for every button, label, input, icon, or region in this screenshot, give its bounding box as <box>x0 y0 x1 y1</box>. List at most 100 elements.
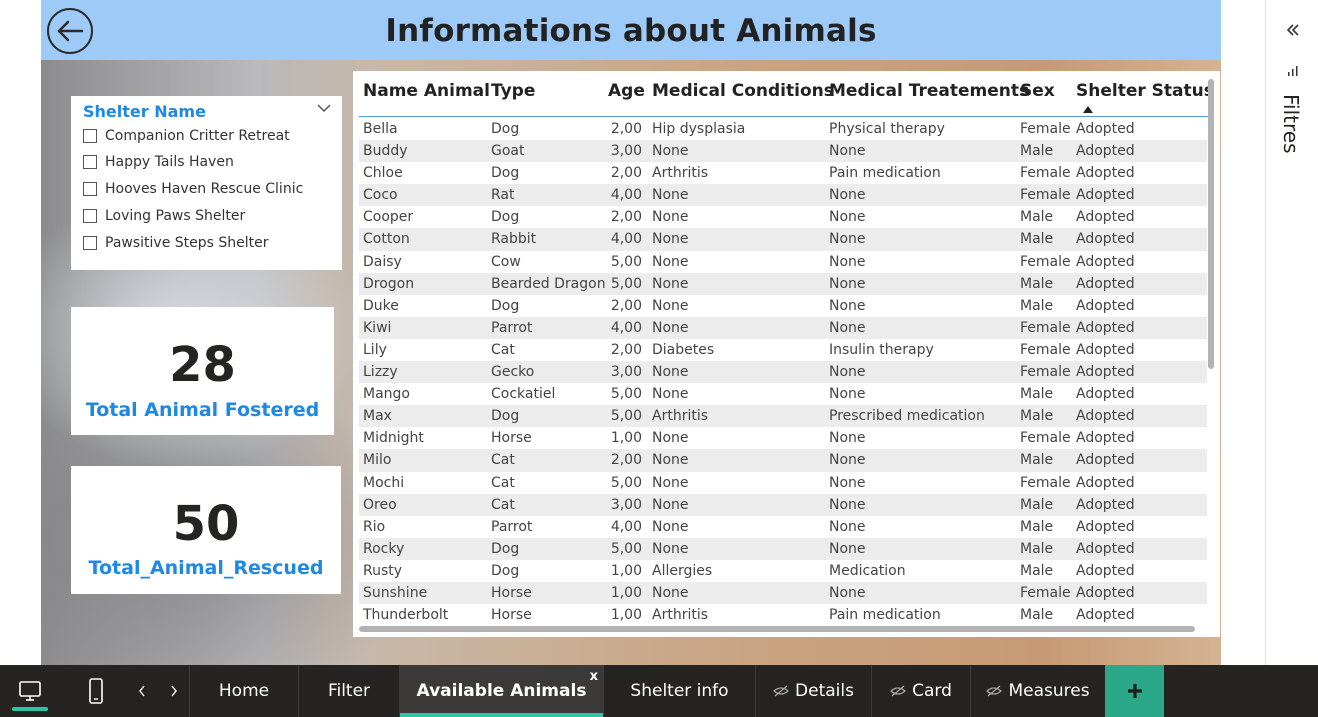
close-tab-button[interactable]: x <box>590 669 598 684</box>
hidden-eye-icon <box>986 685 1003 697</box>
hidden-eye-icon <box>890 685 907 697</box>
chevron-down-icon[interactable] <box>316 102 332 114</box>
column-header-name[interactable]: Name Animal <box>363 81 490 101</box>
tab-measures[interactable]: Measures <box>970 665 1105 717</box>
cell-medical-treatements: Pain medication <box>829 607 941 624</box>
cell-age: 3,00 <box>610 143 642 160</box>
cell-medical-conditions: None <box>652 540 689 557</box>
table-row[interactable]: Mochi Cat 5,00 None None Female Adopted <box>359 472 1207 494</box>
table-row[interactable]: Daisy Cow 5,00 None None Female Adopted <box>359 251 1207 273</box>
filters-pane-label[interactable]: Filtres <box>1279 94 1303 154</box>
cell-age: 3,00 <box>610 496 642 513</box>
mobile-view-button[interactable] <box>82 665 110 717</box>
cell-medical-treatements: Insulin therapy <box>829 341 934 358</box>
table-row[interactable]: Chloe Dog 2,00 Arthritis Pain medication Fema… <box>359 162 1207 184</box>
slicer-item[interactable]: Happy Tails Haven <box>83 152 234 172</box>
tab-filter[interactable]: Filter <box>298 665 399 717</box>
cell-name: Rio <box>363 518 386 535</box>
active-view-indicator <box>12 707 48 711</box>
cell-shelter-status: Adopted <box>1076 275 1135 292</box>
table-row[interactable]: Oreo Cat 3,00 None None Male Adopted <box>359 493 1207 516</box>
column-header-medical-treatements[interactable]: Medical Treatements <box>829 81 1029 101</box>
cell-sex: Male <box>1020 518 1054 535</box>
checkbox[interactable] <box>83 209 97 223</box>
table-row[interactable]: Milo Cat 2,00 None None Male Adopted <box>359 449 1207 472</box>
total-rescued-card[interactable]: 50 Total_Animal_Rescued <box>71 466 341 594</box>
horizontal-scrollbar[interactable] <box>359 626 1195 632</box>
table-row[interactable]: Kiwi Parrot 4,00 None None Female Adopted <box>359 316 1207 339</box>
table-row[interactable]: Rio Parrot 4,00 None None Male Adopted <box>359 516 1207 538</box>
table-row[interactable]: Bella Dog 2,00 Hip dysplasia Physical therap… <box>359 118 1207 140</box>
canvas-margin-right <box>1221 0 1265 665</box>
table-row[interactable]: Thunderbolt Horse 1,00 Arthritis Pain medica… <box>359 604 1207 626</box>
column-header-age[interactable]: Age <box>608 81 645 101</box>
previous-page-button[interactable] <box>132 665 152 717</box>
table-row[interactable]: Max Dog 5,00 Arthritis Prescribed medication… <box>359 405 1207 428</box>
card-label: Total Animal Fostered <box>85 399 320 421</box>
cell-age: 1,00 <box>610 584 642 601</box>
cell-type: Dog <box>491 165 520 182</box>
table-row[interactable]: Lily Cat 2,00 Diabetes Insulin therapy Female… <box>359 339 1207 361</box>
cell-medical-treatements: None <box>829 474 866 491</box>
desktop-icon <box>19 681 41 701</box>
tab-home[interactable]: Home <box>189 665 298 717</box>
table-header: Name Animal Type Age Medical Conditions … <box>359 71 1214 117</box>
slicer-item[interactable]: Hooves Haven Rescue Clinic <box>83 179 303 199</box>
column-header-shelter-status[interactable]: Shelter Status <box>1076 81 1214 101</box>
app-root: Informations about Animals Shelter Name … <box>0 0 1318 717</box>
table-row[interactable]: Drogon Bearded Dragon 5,00 None None Male Adop… <box>359 272 1207 295</box>
cell-medical-treatements: None <box>829 452 866 469</box>
table-row[interactable]: Buddy Goat 3,00 None None Male Adopted <box>359 140 1207 163</box>
table-row[interactable]: Sunshine Horse 1,00 None None Female Adopted <box>359 581 1207 605</box>
cell-sex: Female <box>1020 253 1071 270</box>
tab-details[interactable]: Details <box>755 665 871 717</box>
cell-age: 4,00 <box>610 319 642 336</box>
chevron-left-icon <box>139 685 145 697</box>
slicer-item[interactable]: Companion Critter Retreat <box>83 126 290 146</box>
next-page-button[interactable] <box>164 665 184 717</box>
checkbox[interactable] <box>83 129 97 143</box>
cell-medical-treatements: None <box>829 386 866 403</box>
table-row[interactable]: Lizzy Gecko 3,00 None None Female Adopted <box>359 361 1207 384</box>
cell-age: 5,00 <box>610 253 642 270</box>
table-row[interactable]: Cooper Dog 2,00 None None Male Adopted <box>359 206 1207 228</box>
table-row[interactable]: Cotton Rabbit 4,00 None None Male Adopted <box>359 228 1207 251</box>
checkbox[interactable] <box>83 182 97 196</box>
plus-icon <box>1127 684 1142 698</box>
slicer-item-label: Companion Critter Retreat <box>105 128 290 144</box>
slicer-item[interactable]: Pawsitive Steps Shelter <box>83 233 269 253</box>
animals-table[interactable]: Name Animal Type Age Medical Conditions … <box>353 71 1220 637</box>
table-row[interactable]: Rocky Dog 5,00 None None Male Adopted <box>359 537 1207 560</box>
cell-type: Dog <box>491 562 520 579</box>
cell-type: Horse <box>491 430 532 447</box>
cell-shelter-status: Adopted <box>1076 341 1135 358</box>
tab-shelter-info[interactable]: Shelter info <box>603 665 755 717</box>
table-row[interactable]: Midnight Horse 1,00 None None Female Adopted <box>359 427 1207 449</box>
double-chevron-left-icon[interactable] <box>1284 20 1302 40</box>
cell-medical-treatements: None <box>829 297 866 314</box>
column-header-medical-conditions[interactable]: Medical Conditions <box>652 81 834 101</box>
total-fostered-card[interactable]: 28 Total Animal Fostered <box>71 307 334 435</box>
tab-available-animals[interactable]: Available Animals x <box>399 665 603 717</box>
cell-medical-conditions: Arthritis <box>652 165 709 182</box>
column-header-type[interactable]: Type <box>491 81 535 101</box>
table-row[interactable]: Mango Cockatiel 5,00 None None Male Adopted <box>359 383 1207 405</box>
cell-sex: Male <box>1020 408 1054 425</box>
cell-sex: Male <box>1020 607 1054 624</box>
cell-medical-conditions: None <box>652 187 689 204</box>
checkbox[interactable] <box>83 155 97 169</box>
cell-name: Oreo <box>363 496 397 513</box>
vertical-scrollbar[interactable] <box>1208 79 1214 369</box>
add-page-button[interactable] <box>1105 665 1164 717</box>
table-row[interactable]: Rusty Dog 1,00 Allergies Medication Male Adopt… <box>359 560 1207 582</box>
cell-type: Gecko <box>491 364 535 381</box>
tab-card[interactable]: Card <box>871 665 970 717</box>
slicer-item[interactable]: Loving Paws Shelter <box>83 206 245 226</box>
column-header-sex[interactable]: Sex <box>1020 81 1055 101</box>
cell-name: Milo <box>363 452 392 469</box>
cell-sex: Male <box>1020 297 1054 314</box>
table-row[interactable]: Coco Rat 4,00 None None Female Adopted <box>359 184 1207 207</box>
table-row[interactable]: Duke Dog 2,00 None None Male Adopted <box>359 295 1207 317</box>
checkbox[interactable] <box>83 236 97 250</box>
shelter-name-slicer: Shelter Name Companion Critter Retreat H… <box>71 96 342 270</box>
